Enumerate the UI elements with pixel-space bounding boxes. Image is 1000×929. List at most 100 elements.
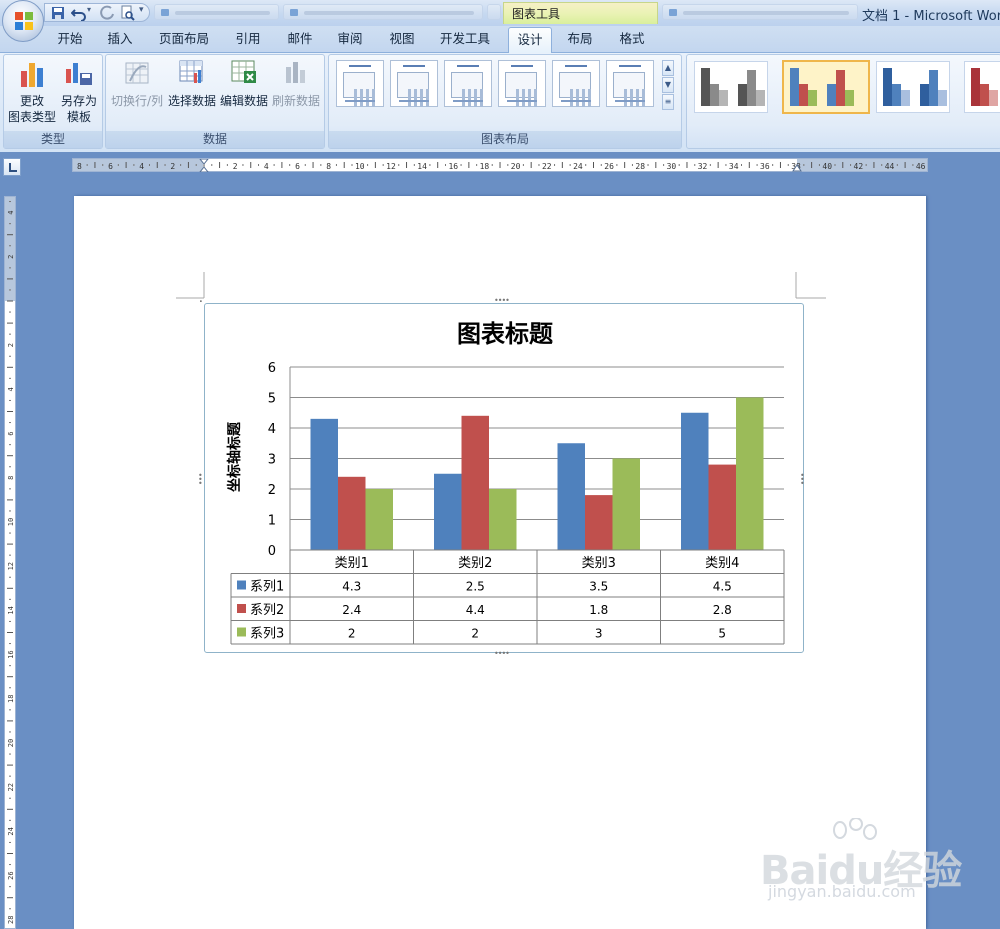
print-preview-icon[interactable]: [119, 5, 135, 21]
y-tick-label: 2: [268, 483, 276, 498]
tab-mailings[interactable]: 邮件: [278, 30, 322, 50]
chart-layouts-group-label: 图表布局: [329, 131, 681, 148]
chart-layout-4[interactable]: [498, 60, 546, 107]
chart-resize-handle[interactable]: ∙: [199, 298, 205, 305]
tab-review[interactable]: 审阅: [328, 30, 372, 50]
chart-layout-2[interactable]: [390, 60, 438, 107]
ruler-number: 16: [448, 162, 458, 171]
chart-layout-3[interactable]: [444, 60, 492, 107]
ribbon-tab-bar: [0, 26, 1000, 52]
tab-format[interactable]: 格式: [610, 30, 654, 50]
data-table-value: 1.8: [589, 603, 608, 617]
chart-layout-5[interactable]: [552, 60, 600, 107]
select-data-button[interactable]: 选择数据: [166, 57, 218, 113]
y-tick-label: 3: [268, 453, 276, 468]
switch-row-column-button[interactable]: 切换行/列: [108, 57, 166, 113]
chart-style-gray[interactable]: [694, 61, 768, 113]
data-table-value: 3: [595, 627, 603, 641]
ruler-number: 18: [480, 162, 490, 171]
save-as-template-button[interactable]: 另存为 模板: [56, 57, 102, 127]
chart-style-multicolor[interactable]: [782, 60, 870, 114]
ruler-number: 2: [233, 162, 238, 171]
ruler-number: 12: [386, 162, 396, 171]
bar-2-2: [461, 415, 489, 550]
y-tick-label: 0: [268, 544, 276, 559]
tab-view[interactable]: 视图: [380, 30, 424, 50]
ruler-number: 44: [885, 162, 895, 171]
chart-title: 图表标题: [457, 319, 553, 348]
tab-selector-button[interactable]: [3, 158, 21, 176]
style-thumb-bar: [892, 84, 901, 106]
undo-icon[interactable]: [71, 5, 87, 21]
save-icon[interactable]: [50, 5, 66, 21]
chart-layout-1[interactable]: [336, 60, 384, 107]
chart-canvas: 图表标题坐标轴标题 0 1 2 3 4 5 6 类别1 类别2 类别3 类别4 系列1 4.3 2.5 3.5…: [226, 319, 785, 645]
customize-qat-icon[interactable]: ▾: [139, 5, 144, 15]
chart-tools-label: 图表工具: [512, 7, 561, 21]
ruler-number: 46: [916, 162, 926, 171]
change-chart-type-label-2: 图表类型: [7, 110, 56, 124]
chart-resize-handle[interactable]: ••••: [494, 649, 510, 658]
change-chart-type-button[interactable]: 更改 图表类型: [6, 57, 58, 127]
chart-resize-handle[interactable]: • • •: [198, 472, 203, 488]
ruler-number: 18: [7, 695, 15, 703]
style-thumb-bar: [929, 70, 938, 106]
tab-design[interactable]: 设计: [508, 27, 552, 53]
edit-data-icon: [231, 60, 256, 83]
indent-marker-icon[interactable]: [199, 159, 209, 172]
layout-gallery-down[interactable]: ▼: [662, 77, 674, 93]
horizontal-ruler[interactable]: 8642246810121416182022242628303234363840…: [72, 158, 928, 172]
ruler-number: 36: [760, 162, 770, 171]
chart-resize-handle[interactable]: • • •: [800, 472, 805, 488]
ruler-number: 32: [698, 162, 708, 171]
bar-2-4: [708, 464, 736, 550]
ruler-number: 22: [7, 783, 15, 791]
bar-2-3: [585, 495, 613, 550]
tab-references[interactable]: 引用: [226, 30, 270, 50]
chart-style-red[interactable]: [964, 61, 1000, 113]
tab-insert[interactable]: 插入: [98, 30, 142, 50]
refresh-data-button[interactable]: 刷新数据: [270, 57, 322, 113]
bar-1-3: [557, 443, 585, 550]
data-table-value: 4.4: [466, 603, 485, 617]
office-button[interactable]: [2, 0, 44, 42]
legend-key-3: [237, 627, 246, 637]
tab-developer[interactable]: 开发工具: [432, 30, 498, 50]
office-logo-icon: [15, 12, 33, 30]
ruler-number: 14: [7, 606, 15, 614]
ruler-number: 24: [7, 827, 15, 835]
y-tick-label: 6: [268, 361, 276, 376]
blurred-taskbar-tab: [662, 4, 858, 20]
undo-dropdown-icon[interactable]: ▾: [87, 5, 91, 14]
save-as-template-label-2: 模板: [66, 110, 91, 124]
style-thumb-bar: [701, 68, 710, 106]
data-table-value: 5: [718, 627, 726, 641]
redo-icon[interactable]: [99, 5, 115, 21]
ruler-number: 8: [7, 476, 15, 480]
refresh-data-icon: [286, 62, 305, 83]
style-thumb-bar: [883, 68, 892, 106]
chart-layout-6[interactable]: [606, 60, 654, 107]
chart-resize-handle[interactable]: ••••: [494, 296, 510, 305]
legend-label-1: 系列1: [250, 580, 284, 595]
style-thumb-bar: [845, 90, 854, 106]
bar-3-4: [736, 397, 764, 550]
tab-page-layout[interactable]: 页面布局: [152, 30, 216, 50]
watermark-url: jingyan.baidu.com: [768, 882, 916, 901]
chart-object[interactable]: 图表标题 坐标轴标题 0 1 2 3 4 5 6 类别1 类别2 类别3 类别4 系列1 4.3 2.5 3.5…: [204, 303, 804, 653]
tab-layout[interactable]: 布局: [558, 30, 602, 50]
document-title: 文档 1 - Microsoft Word: [862, 9, 1000, 24]
chart-style-blue[interactable]: [876, 61, 950, 113]
bar-3-1: [365, 489, 393, 550]
data-table-value: 2: [471, 627, 479, 641]
ruler-number: 16: [7, 650, 15, 658]
bar-1-1: [310, 418, 338, 550]
edit-data-button[interactable]: 编辑数据: [218, 57, 270, 113]
layout-gallery-up[interactable]: ▲: [662, 60, 674, 76]
tab-home[interactable]: 开始: [48, 30, 92, 50]
layout-gallery-more[interactable]: ≡: [662, 94, 674, 110]
blurred-taskbar-tab: [487, 4, 501, 20]
style-thumb-bar: [836, 70, 845, 106]
vertical-ruler[interactable]: 4 2 2 4 6 8 10 12 14 16 18 20 22 24 26 28: [4, 196, 16, 929]
right-indent-marker-icon[interactable]: [792, 162, 802, 172]
